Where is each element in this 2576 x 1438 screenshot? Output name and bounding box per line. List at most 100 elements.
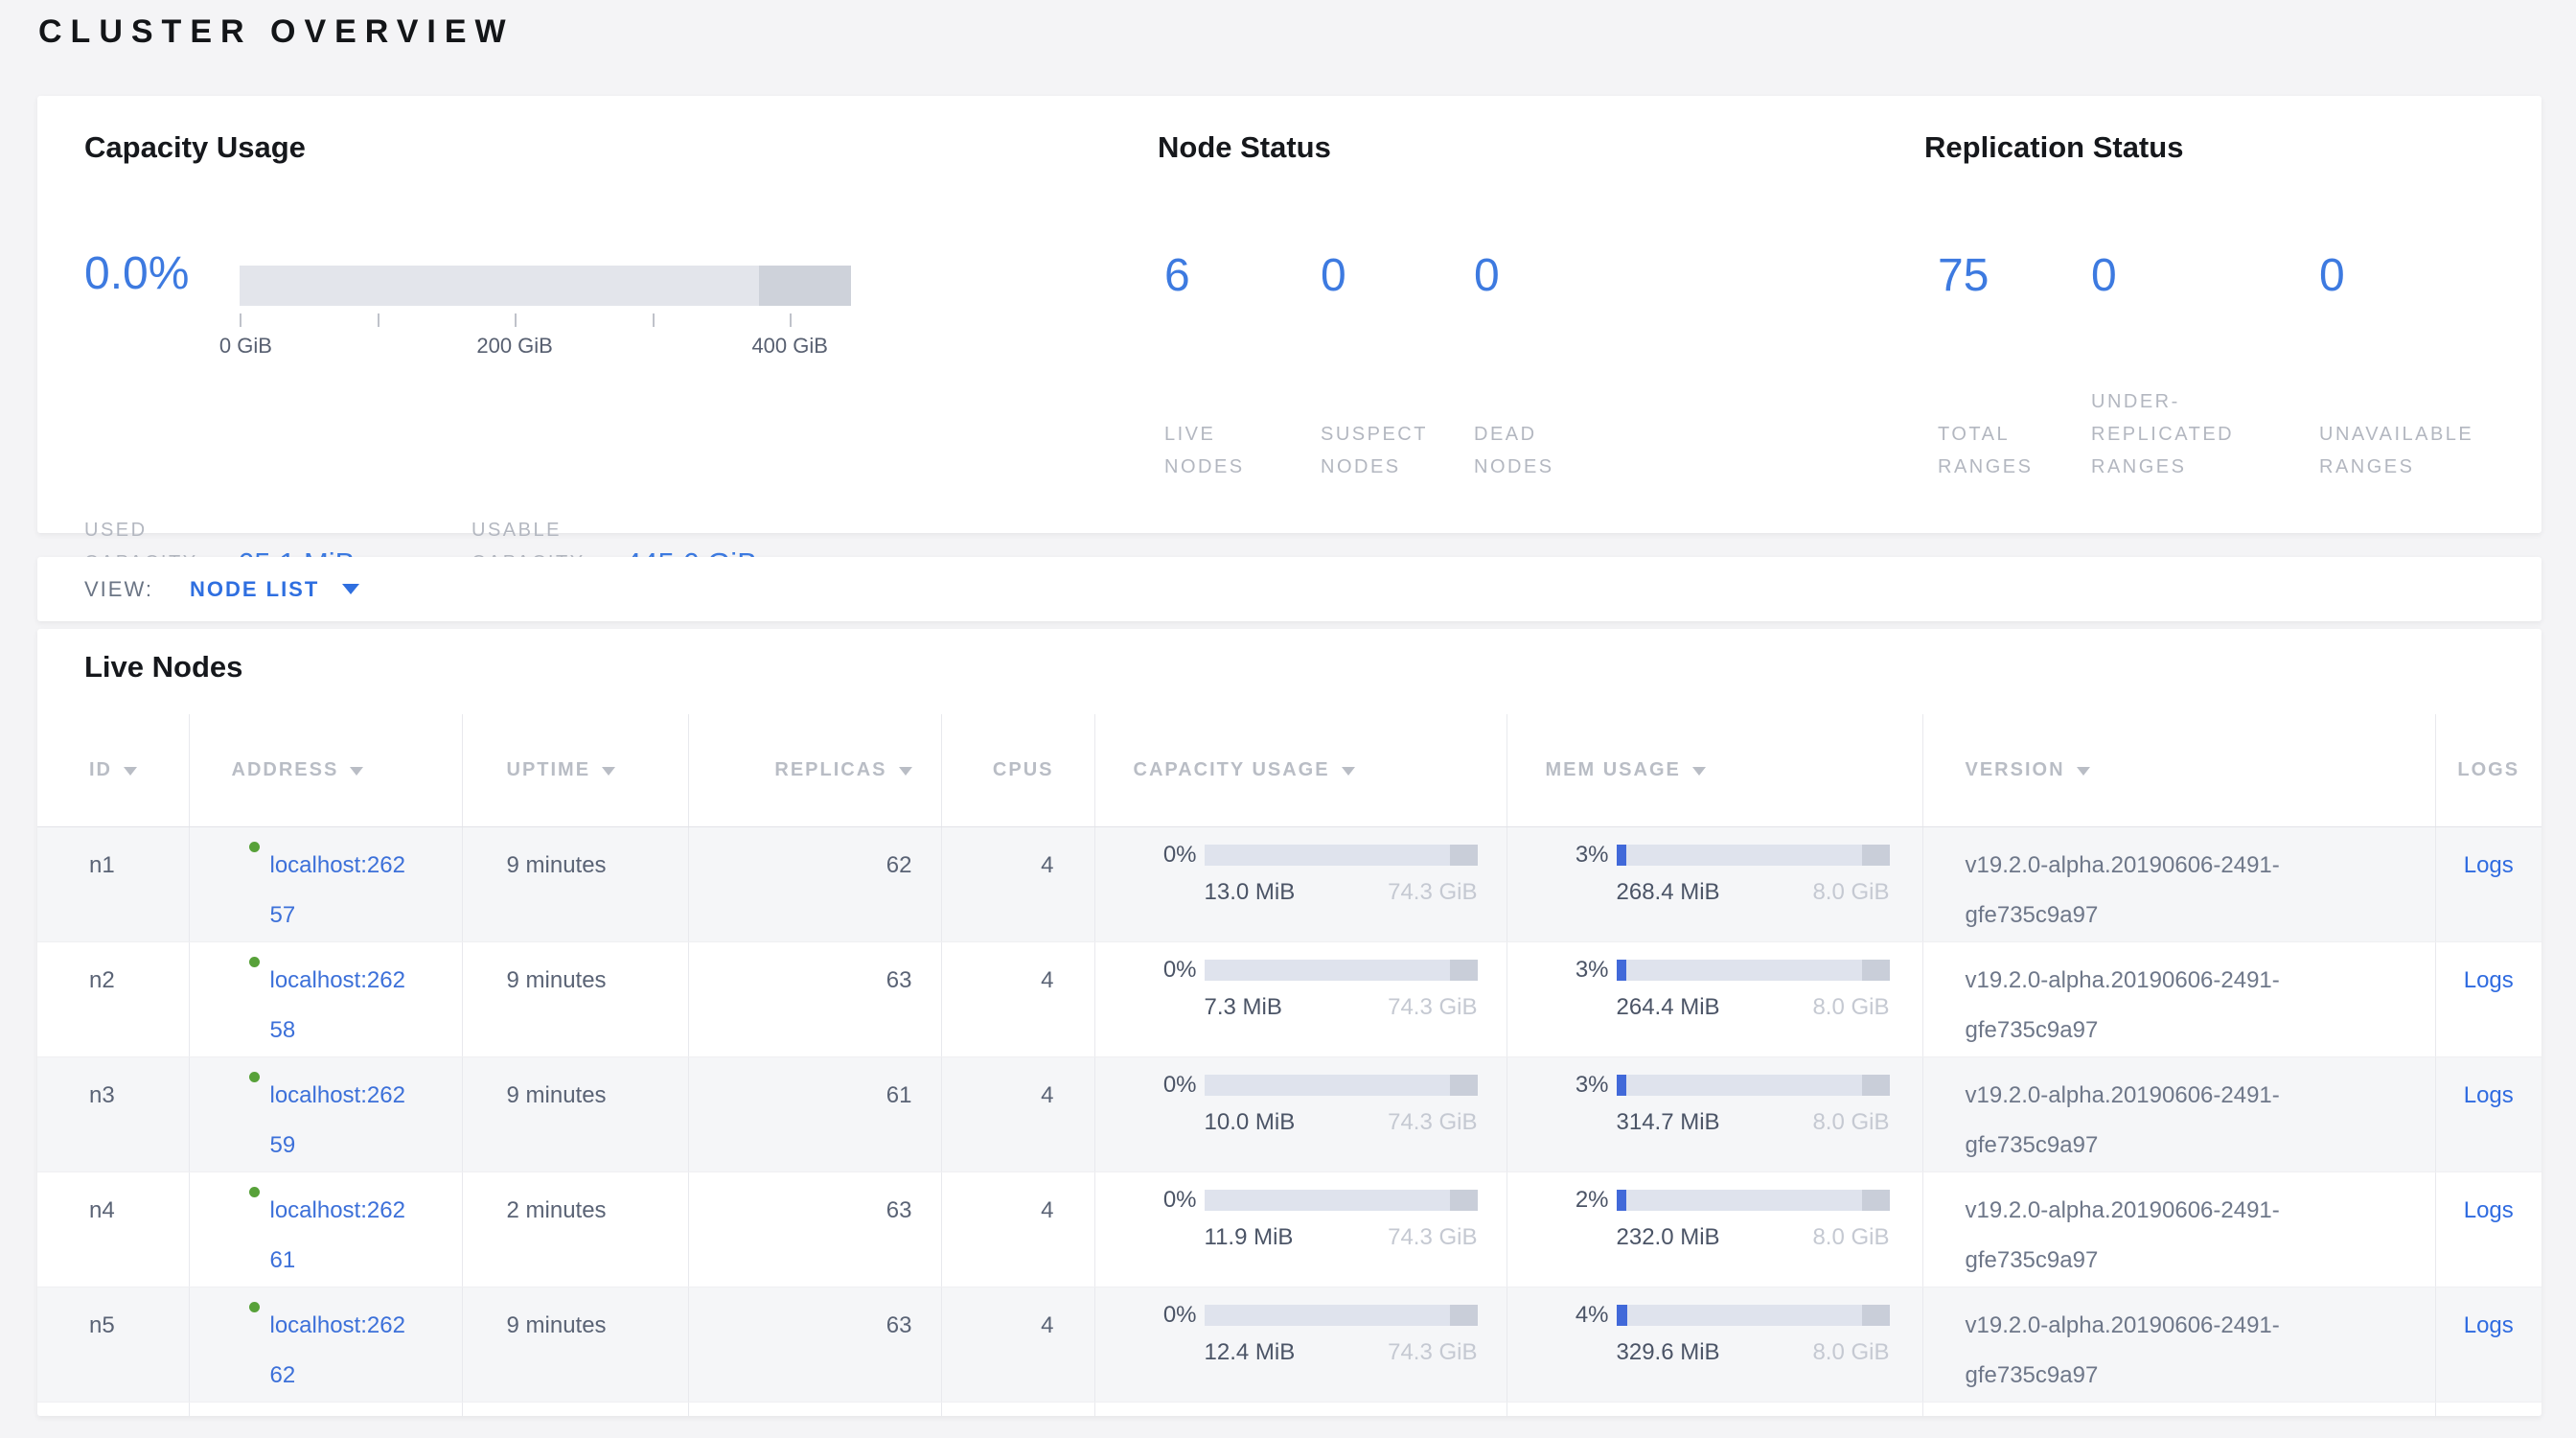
node-logs-cell: Logs: [2435, 826, 2542, 941]
total-ranges-stat: 75 TOTAL RANGES: [1938, 249, 2091, 483]
capacity-usage-bar: [240, 266, 851, 306]
mem-usage-bar-fill: [1617, 845, 1626, 866]
sort-desc-icon: [899, 767, 912, 776]
column-header-uptime[interactable]: UPTIME: [462, 714, 688, 826]
total-ranges-label: TOTAL RANGES: [1938, 418, 2049, 483]
mem-usage-total: 8.0 GiB: [1812, 1108, 1889, 1137]
page-title: CLUSTER OVERVIEW: [38, 13, 515, 51]
node-logs-link[interactable]: Logs: [2464, 1197, 2514, 1223]
node-cpus: 4: [941, 826, 1094, 941]
node-uptime: 2 minutes: [462, 1171, 688, 1287]
node-version: v19.2.0-alpha.20190606-2491-gfe735c9a97: [1922, 826, 2435, 941]
live-nodes-card: Live Nodes IDADDRESSUPTIMEREPLICASCPUSCA…: [37, 629, 2542, 1416]
node-logs-link[interactable]: Logs: [2464, 1082, 2514, 1108]
mem-usage-percent: 3%: [1546, 959, 1609, 982]
node-logs-cell: Logs: [2435, 941, 2542, 1056]
mem-usage-total: 8.0 GiB: [1812, 878, 1889, 907]
node-id: n1: [37, 826, 189, 941]
node-row-n5: n5localhost:262629 minutes634 0% 12.4 Mi…: [37, 1287, 2542, 1402]
node-address-link[interactable]: localhost:26257: [270, 841, 416, 940]
replication-status-heading: Replication Status: [1924, 130, 2183, 165]
column-header-replicas[interactable]: REPLICAS: [688, 714, 941, 826]
under-replicated-ranges-value: 0: [2091, 249, 2319, 302]
suspect-nodes-value: 0: [1321, 249, 1474, 302]
chevron-down-icon: [342, 584, 359, 594]
live-nodes-label: LIVE NODES: [1164, 418, 1276, 483]
node-uptime: 9 minutes: [462, 941, 688, 1056]
node-id: n2: [37, 941, 189, 1056]
mem-usage-used: 232.0 MiB: [1617, 1223, 1720, 1252]
partial-next-row: [37, 1402, 2542, 1416]
node-address-cell: localhost:26258: [189, 941, 462, 1056]
column-header-capacity-usage[interactable]: CAPACITY USAGE: [1094, 714, 1506, 826]
capacity-usage-used: 11.9 MiB: [1205, 1223, 1294, 1252]
capacity-usage-bar: [1205, 1305, 1478, 1326]
capacity-usage-bar: [1205, 1075, 1478, 1096]
view-label: VIEW:: [84, 577, 153, 602]
column-header-cpus: CPUS: [941, 714, 1094, 826]
capacity-usage-percent: 0%: [1134, 959, 1197, 982]
capacity-usage-total: 74.3 GiB: [1388, 1338, 1477, 1367]
capacity-usage-bar-dark-segment: [1450, 1305, 1478, 1326]
node-version: v19.2.0-alpha.20190606-2491-gfe735c9a97: [1922, 1171, 2435, 1287]
mem-usage: 4% 329.6 MiB 8.0 GiB: [1506, 1287, 1922, 1402]
node-logs-link[interactable]: Logs: [2464, 967, 2514, 993]
node-uptime: 9 minutes: [462, 826, 688, 941]
capacity-usage-used: 13.0 MiB: [1205, 878, 1296, 907]
node-logs-cell: Logs: [2435, 1056, 2542, 1171]
mem-usage-percent: 2%: [1546, 1189, 1609, 1212]
node-row-n1: n1localhost:262579 minutes624 0% 13.0 Mi…: [37, 826, 2542, 941]
node-address-link[interactable]: localhost:26259: [270, 1071, 416, 1171]
capacity-usage-percent: 0%: [1134, 1304, 1197, 1327]
column-header-mem-usage[interactable]: MEM USAGE: [1506, 714, 1922, 826]
node-address-cell: localhost:26257: [189, 826, 462, 941]
view-dropdown[interactable]: NODE LIST: [190, 577, 359, 602]
capacity-usage-used: 12.4 MiB: [1205, 1338, 1296, 1367]
mem-usage-bar-fill: [1617, 1190, 1626, 1211]
column-header-address[interactable]: ADDRESS: [189, 714, 462, 826]
node-replicas: 62: [688, 826, 941, 941]
node-live-dot: [249, 957, 260, 967]
dead-nodes-stat: 0 DEAD NODES: [1474, 249, 1627, 483]
sort-desc-icon: [1692, 767, 1706, 776]
mem-usage-total: 8.0 GiB: [1812, 1338, 1889, 1367]
column-header-logs: LOGS: [2435, 714, 2542, 826]
node-logs-link[interactable]: Logs: [2464, 852, 2514, 878]
node-live-dot: [249, 1072, 260, 1082]
capacity-usage-heading: Capacity Usage: [84, 130, 306, 165]
mem-usage-bar-fill: [1617, 1305, 1627, 1326]
node-uptime: 9 minutes: [462, 1056, 688, 1171]
mem-usage-bar-dark-segment: [1862, 960, 1890, 981]
mem-usage-used: 268.4 MiB: [1617, 878, 1720, 907]
node-version: v19.2.0-alpha.20190606-2491-gfe735c9a97: [1922, 1287, 2435, 1402]
capacity-usage-bar-dark-segment: [1450, 845, 1478, 866]
column-header-id[interactable]: ID: [37, 714, 189, 826]
under-replicated-ranges-label: UNDER-REPLICATED RANGES: [2091, 385, 2254, 483]
node-replicas: 61: [688, 1056, 941, 1171]
column-header-version[interactable]: VERSION: [1922, 714, 2435, 826]
node-row-n4: n4localhost:262612 minutes634 0% 11.9 Mi…: [37, 1171, 2542, 1287]
suspect-nodes-label: SUSPECT NODES: [1321, 418, 1432, 483]
capacity-usage-total: 74.3 GiB: [1388, 993, 1477, 1022]
mem-usage: 3% 264.4 MiB 8.0 GiB: [1506, 941, 1922, 1056]
node-address-link[interactable]: localhost:26262: [270, 1301, 416, 1401]
node-row-n2: n2localhost:262589 minutes634 0% 7.3 MiB…: [37, 941, 2542, 1056]
view-bar: VIEW: NODE LIST: [37, 557, 2542, 621]
mem-usage-bar: [1617, 960, 1890, 981]
sort-desc-icon: [2077, 767, 2090, 776]
capacity-usage: 0% 11.9 MiB 74.3 GiB: [1094, 1171, 1506, 1287]
node-logs-link[interactable]: Logs: [2464, 1312, 2514, 1338]
node-logs-cell: Logs: [2435, 1171, 2542, 1287]
mem-usage-used: 264.4 MiB: [1617, 993, 1720, 1022]
sort-desc-icon: [350, 767, 363, 776]
live-nodes-stat: 6 LIVE NODES: [1164, 249, 1321, 483]
node-address-link[interactable]: localhost:26261: [270, 1186, 416, 1286]
summary-card: Capacity Usage Node Status Replication S…: [37, 96, 2542, 533]
node-replicas: 63: [688, 1171, 941, 1287]
live-nodes-value: 6: [1164, 249, 1321, 302]
mem-usage-bar: [1617, 1190, 1890, 1211]
capacity-axis-ticks: [240, 313, 851, 327]
node-address-link[interactable]: localhost:26258: [270, 956, 416, 1055]
mem-usage-bar: [1617, 1075, 1890, 1096]
mem-usage-total: 8.0 GiB: [1812, 1223, 1889, 1252]
